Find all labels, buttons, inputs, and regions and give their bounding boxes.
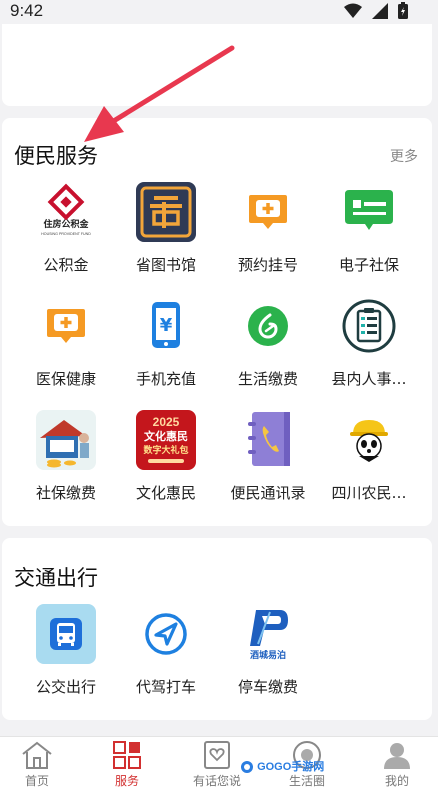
- parking-logo-text: 酒城易泊: [250, 649, 286, 661]
- service-appointment[interactable]: 预约挂号: [217, 182, 319, 275]
- status-time: 9:42: [10, 1, 44, 20]
- service-label: 公积金: [43, 256, 89, 274]
- service-utility-payment[interactable]: 生活缴费: [217, 296, 319, 389]
- service-library[interactable]: 省图书馆: [115, 182, 217, 275]
- service-medical-insurance[interactable]: 医保健康: [15, 296, 117, 389]
- poster-line1: 文化惠民: [144, 429, 188, 443]
- service-housing-fund[interactable]: 住房公积金 HOUSING PROVIDENT FUND 公积金: [15, 182, 117, 275]
- service-phone-recharge[interactable]: ¥ 手机充值: [115, 296, 217, 389]
- services-icon: [87, 739, 167, 771]
- battery-icon: [398, 2, 408, 19]
- library-icon: [136, 182, 196, 242]
- appointment-icon: [238, 182, 298, 242]
- transit-parking[interactable]: 酒城易泊 停车缴费: [217, 604, 319, 697]
- transit-label: 停车缴费: [237, 678, 298, 696]
- service-label: 生活缴费: [237, 370, 298, 388]
- social-security-payment-icon: [36, 410, 96, 470]
- e-social-security-icon: [339, 182, 399, 242]
- phonebook-icon: [238, 410, 298, 470]
- service-label: 省图书馆: [135, 256, 196, 274]
- housing-fund-logo-text: 住房公积金: [43, 218, 89, 230]
- nav-label: 有话您说: [192, 774, 241, 788]
- service-label: 文化惠民: [135, 484, 196, 502]
- profile-icon: [357, 739, 437, 771]
- service-label: 县内人事…: [331, 370, 407, 388]
- service-label: 电子社保: [338, 256, 399, 274]
- nav-label: 我的: [384, 774, 409, 788]
- poster-line2: 数字大礼包: [143, 444, 188, 456]
- transit-bus[interactable]: 公交出行: [15, 604, 117, 697]
- service-label: 预约挂号: [237, 256, 298, 274]
- transit-taxi[interactable]: 代驾打车: [115, 604, 217, 697]
- utility-payment-icon: [238, 296, 298, 356]
- svg-text:¥: ¥: [160, 315, 173, 336]
- housing-fund-icon: 住房公积金 HOUSING PROVIDENT FUND: [36, 182, 96, 242]
- service-label: 手机充值: [135, 370, 196, 388]
- service-e-social-security[interactable]: 电子社保: [318, 182, 420, 275]
- phone-recharge-icon: ¥: [136, 296, 196, 356]
- taxi-icon: [136, 604, 196, 664]
- service-label: 医保健康: [35, 370, 96, 388]
- parking-icon: 酒城易泊: [238, 604, 298, 664]
- service-social-security-payment[interactable]: 社保缴费: [15, 410, 117, 503]
- culture-benefit-icon: 2025 文化惠民 数字大礼包: [136, 410, 196, 470]
- farmer-icon: [339, 410, 399, 470]
- bottom-nav: 首页 服务 有话您说 生活圈 我的: [0, 736, 438, 788]
- poster-year: 2025: [153, 415, 180, 429]
- watermark-text: GOGO手游网: [257, 761, 325, 773]
- watermark: GOGO手游网: [240, 758, 324, 774]
- top-card: [2, 24, 432, 106]
- service-label: 便民通讯录: [230, 484, 306, 502]
- bus-icon: [36, 604, 96, 664]
- nav-profile[interactable]: 我的: [357, 739, 437, 788]
- transit-label: 公交出行: [35, 678, 96, 696]
- services-title: 便民服务: [14, 144, 98, 168]
- transit-label: 代驾打车: [135, 678, 196, 696]
- status-icons: [344, 2, 408, 19]
- wifi-icon: [344, 3, 362, 18]
- home-icon: [0, 739, 77, 771]
- service-label: 社保缴费: [35, 484, 96, 502]
- transit-card: 交通出行 公交出行 代驾打车 酒城易泊 停车缴费: [2, 538, 432, 720]
- status-bar: 9:42: [0, 0, 438, 24]
- nav-label: 服务: [114, 774, 139, 788]
- service-farmer[interactable]: 四川农民…: [318, 410, 420, 503]
- nav-label: 首页: [24, 774, 49, 788]
- nav-services[interactable]: 服务: [87, 739, 167, 788]
- more-link[interactable]: 更多: [390, 146, 418, 166]
- housing-fund-logo-sub: HOUSING PROVIDENT FUND: [41, 232, 91, 236]
- nav-home[interactable]: 首页: [0, 739, 77, 788]
- service-label: 四川农民…: [331, 484, 407, 502]
- medical-insurance-icon: [36, 296, 96, 356]
- service-culture-benefit[interactable]: 2025 文化惠民 数字大礼包 文化惠民: [115, 410, 217, 503]
- service-phonebook[interactable]: 便民通讯录: [217, 410, 319, 503]
- watermark-icon: [241, 761, 253, 774]
- personnel-icon: [339, 296, 399, 356]
- services-card: 便民服务 更多 住房公积金 HOUSING PROVIDENT FUND 公积金: [2, 118, 432, 526]
- signal-icon: [372, 2, 388, 19]
- service-personnel[interactable]: 县内人事…: [318, 296, 420, 389]
- nav-label: 生活圈: [288, 774, 325, 788]
- transit-title: 交通出行: [14, 566, 98, 590]
